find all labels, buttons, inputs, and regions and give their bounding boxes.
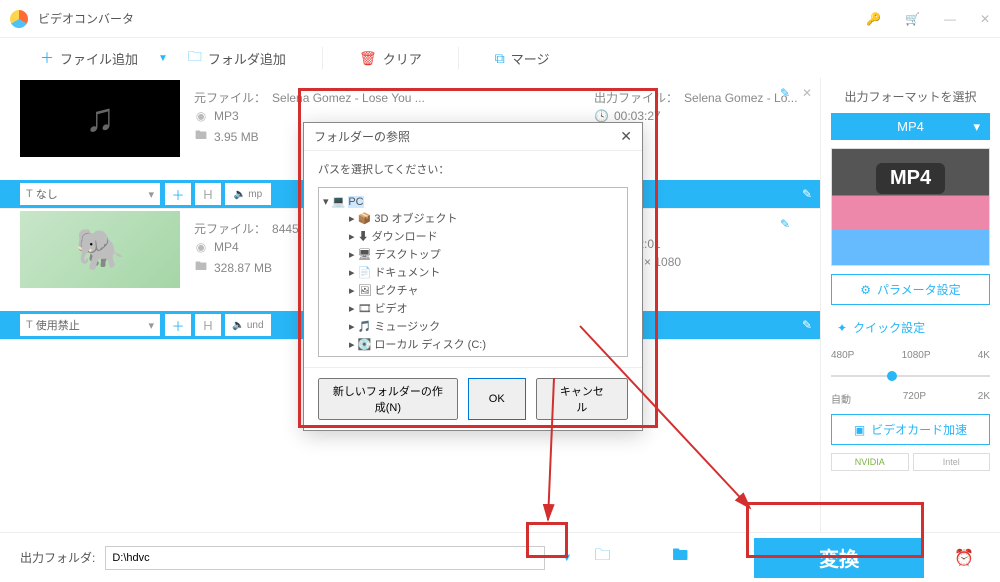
parameter-settings-button[interactable]: ⚙パラメータ設定 xyxy=(831,274,990,305)
h-button[interactable]: H xyxy=(195,314,221,336)
dialog-title: フォルダーの参照 xyxy=(314,128,410,145)
gpu-nvidia[interactable]: NVIDIA xyxy=(831,453,909,471)
format-icon: ◉ xyxy=(194,240,208,254)
format-preview: MP4 xyxy=(831,148,990,266)
folder-plus-icon: 🗀 xyxy=(188,46,202,70)
trash-icon: 🗑 xyxy=(359,50,377,67)
convert-button[interactable]: 変換 xyxy=(754,538,924,578)
footer-bar: 出力フォルダ: ▼ 🗀 🖿 変換 ⏰ xyxy=(0,532,1000,582)
cancel-button[interactable]: キャンセル xyxy=(536,378,628,420)
edit-icon[interactable]: ✎ xyxy=(780,86,790,100)
h-button[interactable]: H xyxy=(195,183,221,205)
gpu-accel-button[interactable]: ▣ビデオカード加速 xyxy=(831,414,990,445)
app-title: ビデオコンバータ xyxy=(38,10,134,27)
output-format-title: 出力フォーマットを選択 xyxy=(831,88,990,105)
format-dropdown[interactable]: MP4 xyxy=(831,113,990,140)
format-icon: ◉ xyxy=(194,109,208,123)
merge-button[interactable]: ⧉マージ xyxy=(485,45,560,72)
add-sub-button[interactable]: ＋ xyxy=(165,183,191,205)
plus-icon: ＋ xyxy=(40,48,54,68)
app-logo-icon xyxy=(10,10,28,28)
format-badge: MP4 xyxy=(876,163,945,194)
browse-icon[interactable]: 🖿 xyxy=(666,544,694,571)
edit-icon[interactable]: ✎ xyxy=(780,217,790,231)
thumbnail[interactable]: ♫ xyxy=(20,80,180,157)
output-panel: 出力フォーマットを選択 MP4 MP4 ⚙パラメータ設定 ✦クイック設定 480… xyxy=(820,78,1000,532)
minimize-button[interactable]: — xyxy=(944,12,956,26)
remove-icon[interactable]: ✕ xyxy=(802,86,812,100)
output-folder-input[interactable] xyxy=(105,546,545,570)
merge-icon: ⧉ xyxy=(495,50,505,67)
sliders-icon: ⚙ xyxy=(860,283,871,297)
folder-dropdown-icon[interactable]: ▼ xyxy=(555,552,578,564)
new-folder-button[interactable]: 新しいフォルダーの作成(N) xyxy=(318,378,458,420)
clear-button[interactable]: 🗑クリア xyxy=(349,45,432,72)
cart-icon[interactable]: 🛒 xyxy=(905,12,920,26)
add-sub-button[interactable]: ＋ xyxy=(165,314,191,336)
open-folder-icon[interactable]: 🗀 xyxy=(588,544,616,571)
gpu-intel[interactable]: Intel xyxy=(913,453,991,471)
thumbnail[interactable]: 🐘 xyxy=(20,211,180,288)
resolution-labels-bottom: 自動720P2K xyxy=(831,391,990,406)
resolution-slider[interactable] xyxy=(831,375,990,377)
clock-icon: 🕓 xyxy=(594,109,608,123)
dialog-prompt: パスを選択してください： xyxy=(318,161,628,177)
ok-button[interactable]: OK xyxy=(468,378,526,420)
add-folder-button[interactable]: 🗀フォルダ追加 xyxy=(178,42,296,74)
folder-browse-dialog: フォルダーの参照 ✕ パスを選択してください： ▾ 💻 PC ▸ 📦 3D オブジ… xyxy=(303,122,643,431)
add-file-button[interactable]: ＋ファイル追加 xyxy=(30,44,148,72)
dialog-close-icon[interactable]: ✕ xyxy=(620,128,632,145)
edit-button-icon[interactable]: ✎ xyxy=(802,187,812,201)
sparkle-icon: ✦ xyxy=(837,321,847,335)
add-file-dropdown-icon[interactable]: ▼ xyxy=(154,53,172,64)
quick-settings-label: ✦クイック設定 xyxy=(831,313,990,342)
title-bar: ビデオコンバータ 🔑 🛒 — ✕ xyxy=(0,0,1000,38)
gpu-vendor-row: NVIDIA Intel xyxy=(831,453,990,471)
audio-track-button[interactable]: 🔈 und xyxy=(225,314,271,336)
main-toolbar: ＋ファイル追加 ▼ 🗀フォルダ追加 🗑クリア ⧉マージ xyxy=(0,38,1000,78)
resolution-labels-top: 480P1080P4K xyxy=(831,350,990,361)
edit-button-icon[interactable]: ✎ xyxy=(802,318,812,332)
output-folder-label: 出力フォルダ: xyxy=(20,549,95,566)
folder-tree[interactable]: ▾ 💻 PC ▸ 📦 3D オブジェクト ▸ ⬇ ダウンロード ▸ 🖥 デスクト… xyxy=(318,187,628,357)
clock-icon[interactable]: ⏰ xyxy=(948,548,980,568)
subtitle-select[interactable]: T 使用禁止 xyxy=(20,314,160,336)
key-icon[interactable]: 🔑 xyxy=(866,12,881,26)
subtitle-select[interactable]: T なし xyxy=(20,183,160,205)
audio-track-button[interactable]: 🔈 mp xyxy=(225,183,271,205)
size-icon: 🖿 xyxy=(194,257,208,278)
size-icon: 🖿 xyxy=(194,126,208,147)
chip-icon: ▣ xyxy=(854,423,865,437)
close-button[interactable]: ✕ xyxy=(980,12,990,26)
